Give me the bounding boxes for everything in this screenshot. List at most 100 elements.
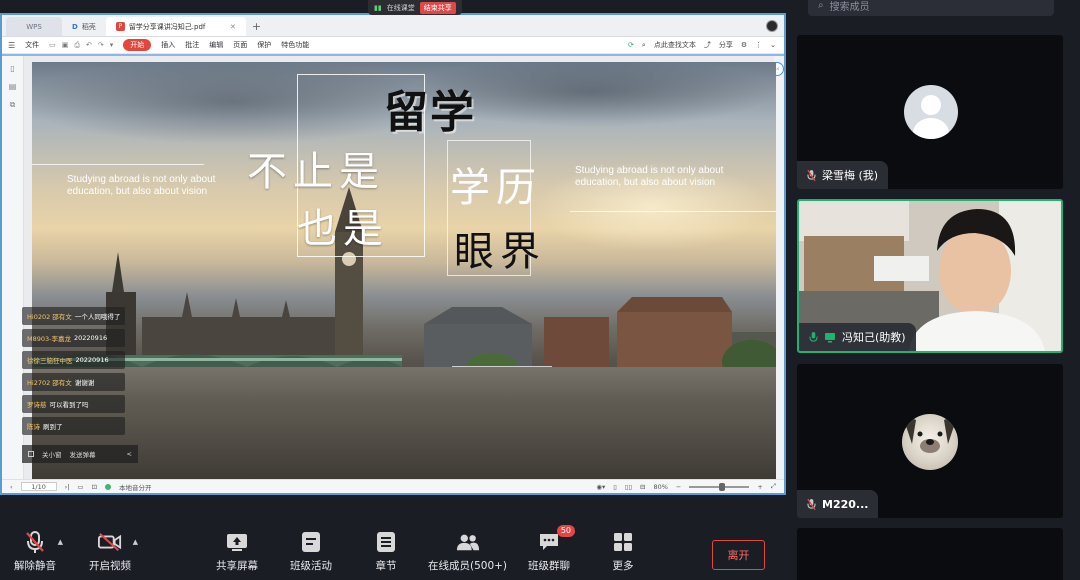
slide-page: 留学 不止是 也是 学历 眼界 Studying abroad is not o… [32, 62, 776, 479]
online-members-button[interactable]: 在线成员(500+) [428, 530, 507, 573]
grid-icon [611, 530, 635, 554]
save-icon[interactable]: ▣ [62, 41, 69, 50]
recording-label: 本地音分开 [119, 483, 152, 492]
participant-tile-active[interactable]: 冯知己(助教) [797, 199, 1063, 353]
class-chat-button[interactable]: 50 班级群聊 [528, 525, 575, 573]
new-tab-button[interactable]: + [246, 17, 267, 36]
participant-tile[interactable] [797, 528, 1063, 580]
chevron-down-icon[interactable]: ▾ [110, 41, 114, 50]
chat-message: 罗诗慈 可以看到了吗 [22, 395, 126, 413]
chat-text: 一个人同哦得了 [74, 313, 121, 321]
meeting-toolbar: ▲ 解除静音 ▲ 开启视频 共享屏幕 班级活动 章节 在线成员(500+) 50… [0, 522, 786, 580]
undo-icon[interactable]: ↶ [86, 41, 92, 50]
expand-icon[interactable]: ⤢ [771, 482, 776, 491]
redo-icon[interactable]: ↷ [98, 41, 104, 50]
mic-muted-icon [807, 498, 816, 510]
menu-start[interactable]: 开始 [123, 39, 152, 51]
zoom-level[interactable]: 80% [653, 483, 667, 491]
eye-icon[interactable]: ◉▾ [596, 483, 605, 491]
single-page-icon[interactable]: ▯ [613, 483, 617, 491]
divider-line [570, 211, 776, 212]
leave-button[interactable]: 离开 [712, 540, 765, 570]
copy-icon[interactable]: ⧉ [10, 100, 16, 110]
zoom-slider[interactable] [689, 482, 750, 491]
share-button[interactable]: 分享 [719, 40, 733, 50]
menu-comment[interactable]: 批注 [185, 40, 199, 50]
stop-share-button[interactable]: 结束共享 [419, 1, 456, 14]
menu-file[interactable]: 文件 [25, 40, 39, 50]
chat-icon: 50 [537, 525, 575, 554]
user-avatar[interactable] [766, 20, 778, 32]
menu-page[interactable]: 页面 [233, 40, 247, 50]
camera-off-icon: ▲ [98, 530, 138, 554]
menu-edit[interactable]: 编辑 [209, 40, 223, 50]
sync-icon[interactable]: ⟳ [628, 41, 634, 49]
hide-window-checkbox[interactable] [28, 451, 34, 457]
river [32, 367, 776, 479]
print-icon[interactable]: ⎙ [74, 41, 80, 50]
prev-page-icon[interactable]: ‹ [10, 483, 13, 491]
search-placeholder: 搜索成员 [829, 1, 870, 13]
mic-icon [809, 331, 818, 342]
slide-left-line-2: 也是 [297, 206, 389, 252]
view-mode-icon[interactable]: ▭ [77, 483, 83, 491]
chat-message: Hi0202 邵有文 一个人同哦得了 [22, 307, 126, 325]
settings-icon[interactable]: ⚙ [741, 41, 747, 49]
share-icon[interactable]: ⤴ [704, 40, 711, 50]
send-danmaku-button[interactable]: 发送弹幕 [70, 449, 96, 459]
chevron-up-icon[interactable]: ▲ [58, 538, 63, 546]
chat-sender: 徐徐三脑狂中医 [27, 357, 73, 365]
zoom-out-icon[interactable]: − [676, 483, 681, 491]
close-tab-icon[interactable]: ✕ [230, 23, 236, 31]
tab-pdf[interactable]: P 留学分享课讲冯知己.pdf ✕ [105, 17, 246, 36]
find-text-input[interactable]: 点此查找文本 [654, 40, 696, 50]
open-icon[interactable]: ▭ [49, 41, 56, 50]
menu-insert[interactable]: 插入 [161, 40, 175, 50]
menubar-right: ⟳ ⌕ 点此查找文本 ⤴ 分享 ⚙ ⋮ ⌄ [628, 40, 784, 50]
daoke-icon: D [72, 22, 78, 31]
slide-title: 留学 [384, 87, 476, 138]
dog-avatar [902, 414, 958, 470]
recording-dot-icon [105, 483, 112, 490]
share-screen-button[interactable]: 共享屏幕 [216, 530, 258, 573]
start-video-button[interactable]: ▲ 开启视频 [89, 530, 138, 573]
menu-icon[interactable]: ☰ [8, 41, 15, 50]
more-icon[interactable]: ⋮ [755, 41, 762, 49]
chat-sender: 陈诗 [27, 423, 40, 431]
chat-message: Hi2702 邵有文 谢谢谢 [22, 373, 126, 391]
more-label: 更多 [612, 560, 634, 572]
class-activity-button[interactable]: 班级活动 [290, 530, 332, 573]
start-video-label: 开启视频 [89, 560, 131, 572]
zoom-slider-knob[interactable] [719, 482, 726, 491]
more-button[interactable]: 更多 [611, 530, 635, 573]
collapse-chat-icon[interactable]: < [127, 450, 132, 458]
chat-overlay: Hi0202 邵有文 一个人同哦得了 M8903-李嘉龙 20220916 徐徐三脑狂中… [22, 307, 126, 435]
fullscreen-icon[interactable]: ⊡ [92, 483, 97, 491]
tab-wps[interactable]: WPS [6, 17, 62, 36]
unread-badge: 50 [556, 525, 575, 537]
double-page-icon[interactable]: ▯▯ [625, 483, 632, 491]
mic-muted-icon: ▲ [23, 530, 63, 554]
last-page-icon[interactable]: ›| [65, 483, 70, 491]
unmute-button[interactable]: ▲ 解除静音 [14, 530, 63, 573]
fit-width-icon[interactable]: ⊟ [640, 483, 645, 491]
participants-panel: ⌕ 搜索成员 梁雪梅 (我) 冯知己(助教) M220... [786, 0, 1080, 580]
participant-name: 梁雪梅 (我) [822, 169, 879, 182]
bookmark-icon[interactable]: ▯ [10, 64, 14, 73]
menu-features[interactable]: 特色功能 [281, 40, 309, 50]
chevron-up-icon[interactable]: ▲ [133, 538, 138, 546]
page-number-input[interactable]: 1/10 [20, 482, 57, 491]
tab-daoke[interactable]: D 稻壳 [62, 17, 106, 36]
share-screen-label: 共享屏幕 [216, 560, 258, 572]
zoom-in-icon[interactable]: + [757, 483, 762, 491]
chevron-down-icon[interactable]: ⌄ [770, 41, 776, 49]
participant-tile[interactable]: M220... [797, 364, 1063, 518]
member-search-input[interactable]: ⌕ 搜索成员 [808, 0, 1054, 16]
menu-protect[interactable]: 保护 [257, 40, 271, 50]
chapters-button[interactable]: 章节 [374, 530, 398, 573]
participant-tile[interactable]: 梁雪梅 (我) [797, 35, 1063, 189]
search-icon[interactable]: ⌕ [642, 41, 646, 50]
share-status-bar: ▮▮ 在线课堂 结束共享 [368, 0, 462, 15]
thumbnail-icon[interactable]: ▤ [9, 82, 17, 91]
slide-left-line-1: 不止是 [247, 149, 385, 195]
